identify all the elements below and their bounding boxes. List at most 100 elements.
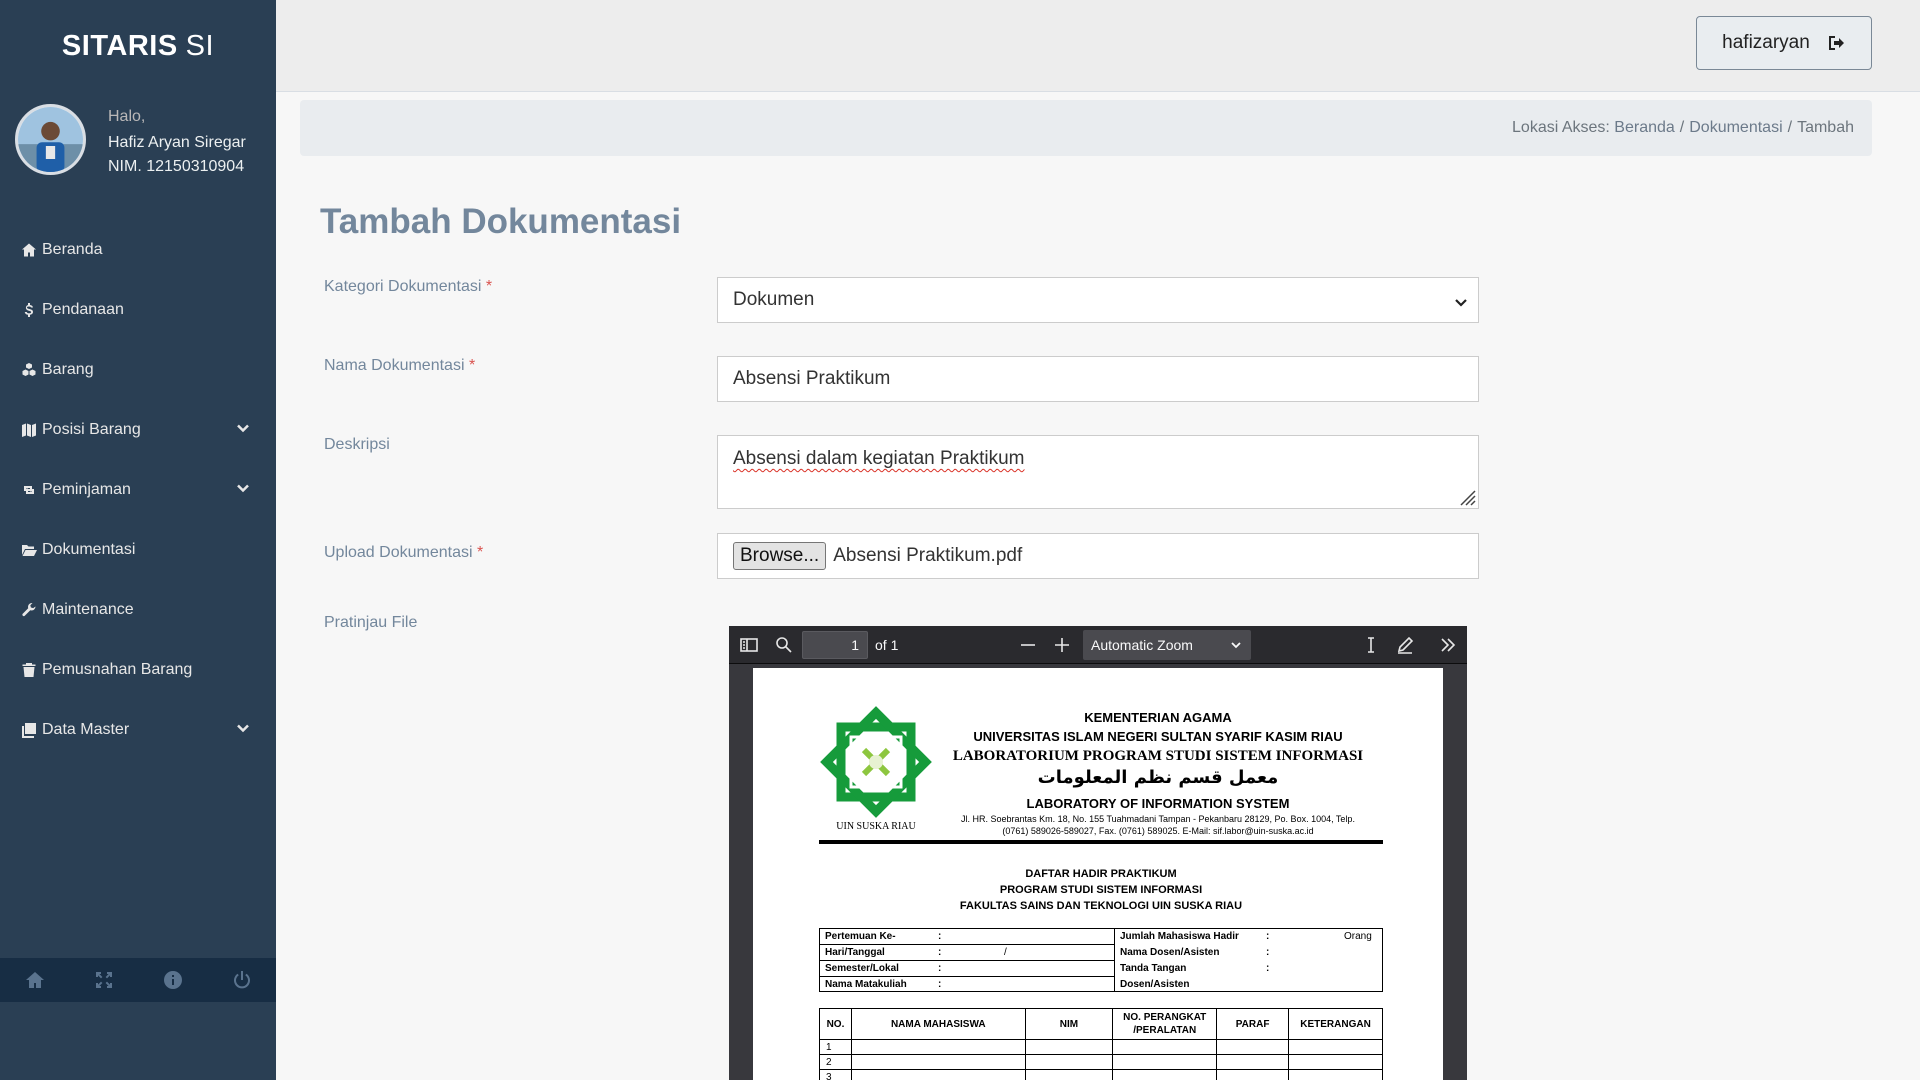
sidebar-item-beranda[interactable]: Beranda xyxy=(0,220,276,280)
pdf-toolbar: 1 of 1 Automatic Zoom xyxy=(729,626,1467,664)
pen-icon[interactable] xyxy=(1395,635,1415,655)
sidebar-item-peminjaman[interactable]: Peminjaman xyxy=(0,460,276,520)
column-header: NAMA MAHASISWA xyxy=(850,1008,1026,1040)
nama-input[interactable]: Absensi Praktikum xyxy=(717,356,1479,402)
cubes-icon xyxy=(18,362,40,378)
sidebar-item-label: Beranda xyxy=(42,241,103,258)
doc-address: Jl. HR. Soebrantas Km. 18, No. 155 Tuahm… xyxy=(961,814,1355,824)
main-content: Lokasi Akses: Beranda / Dokumentasi / Ta… xyxy=(276,92,1920,1080)
info-label: Nama Matakuliah xyxy=(825,979,907,990)
double-chevron-right-icon[interactable] xyxy=(1438,635,1458,655)
resize-handle-icon[interactable] xyxy=(1456,486,1476,506)
chevron-down-icon xyxy=(236,421,250,440)
deskripsi-value: Absensi dalam kegiatan Praktikum xyxy=(733,448,1025,469)
chevron-down-icon xyxy=(1231,642,1241,649)
logo-caption: UIN SUSKA RIAU xyxy=(836,821,916,832)
footer-fullscreen-button[interactable] xyxy=(69,958,138,1002)
upload-label: Upload Dokumentasi * xyxy=(324,544,483,562)
text-cursor-icon[interactable] xyxy=(1361,635,1381,655)
breadcrumb-dokumentasi[interactable]: Dokumentasi xyxy=(1689,119,1782,137)
pdf-zoom-select[interactable]: Automatic Zoom xyxy=(1083,630,1251,660)
sidebar-menu: Beranda Pendanaan Barang Posisi Barang P… xyxy=(0,220,276,760)
row-number: 1 xyxy=(819,1039,852,1055)
browse-button[interactable]: Browse... xyxy=(733,542,827,570)
sidebar-toggle-icon[interactable] xyxy=(739,635,759,655)
uin-suska-logo xyxy=(820,706,932,818)
column-header: PARAF xyxy=(1216,1008,1290,1040)
info-value: Orang xyxy=(1344,931,1372,942)
sidebar-item-label: Pemusnahan Barang xyxy=(42,661,193,678)
brand-suffix: SI xyxy=(185,29,215,62)
top-navbar: hafizaryan xyxy=(276,0,1920,92)
avatar xyxy=(15,104,86,175)
kategori-select[interactable]: Dokumen xyxy=(717,277,1479,323)
doc-header-line: LABORATORIUM PROGRAM STUDI SISTEM INFORM… xyxy=(952,748,1364,764)
column-header: KETERANGAN xyxy=(1288,1008,1383,1040)
greeting-text: Halo, xyxy=(108,108,146,125)
info-sep: : xyxy=(1266,963,1270,974)
deskripsi-textarea[interactable]: Absensi dalam kegiatan Praktikum xyxy=(717,435,1479,509)
username-label: hafizaryan xyxy=(1722,32,1810,53)
info-label: Dosen/Asisten xyxy=(1120,979,1190,990)
sidebar-item-maintenance[interactable]: Maintenance xyxy=(0,580,276,640)
zoom-out-icon[interactable] xyxy=(1018,635,1038,655)
sidebar: SITARIS SI Halo, Hafiz Aryan Siregar NIM… xyxy=(0,0,276,1080)
page-title: Tambah Dokumentasi xyxy=(320,202,682,241)
breadcrumb-beranda[interactable]: Beranda xyxy=(1614,119,1675,137)
nama-label: Nama Dokumentasi * xyxy=(324,357,475,375)
attendance-table: NO. NAMA MAHASISWA NIM NO. PERANGKAT /PE… xyxy=(819,1008,1383,1080)
footer-info-button[interactable] xyxy=(138,958,207,1002)
chevron-down-icon xyxy=(236,721,250,740)
doc-header-line: KEMENTERIAN AGAMA xyxy=(1084,710,1232,725)
attendance-info-table: Pertemuan Ke- : Hari/Tanggal : / Semeste… xyxy=(819,928,1383,992)
table-row: 2 xyxy=(819,1054,1383,1070)
folder-open-icon xyxy=(18,542,40,558)
chevron-down-icon xyxy=(236,481,250,500)
sidebar-item-posisi-barang[interactable]: Posisi Barang xyxy=(0,400,276,460)
footer-home-button[interactable] xyxy=(0,958,69,1002)
footer-power-button[interactable] xyxy=(207,958,276,1002)
zoom-in-icon[interactable] xyxy=(1052,635,1072,655)
deskripsi-label-text: Deskripsi xyxy=(324,436,390,453)
info-sep: : xyxy=(938,947,942,958)
sidebar-item-barang[interactable]: Barang xyxy=(0,340,276,400)
info-label: Hari/Tanggal xyxy=(825,947,885,958)
info-value: / xyxy=(1004,947,1007,958)
sidebar-item-label: Data Master xyxy=(42,721,130,738)
pdf-viewer[interactable]: 1 of 1 Automatic Zoom UIN SUSKA RIAU KEM… xyxy=(729,626,1467,1080)
search-icon[interactable] xyxy=(774,635,794,655)
info-label: Nama Dosen/Asisten xyxy=(1120,947,1220,958)
required-mark: * xyxy=(476,544,484,561)
nama-input-value: Absensi Praktikum xyxy=(733,368,891,389)
home-icon xyxy=(18,242,40,258)
sidebar-item-pemusnahan-barang[interactable]: Pemusnahan Barang xyxy=(0,640,276,700)
info-sep: : xyxy=(938,963,942,974)
doc-contact: (0761) 589026-589027, Fax. (0761) 589025… xyxy=(1002,826,1314,836)
home-icon xyxy=(25,972,44,988)
pdf-zoom-value: Automatic Zoom xyxy=(1091,637,1193,653)
info-label: Jumlah Mahasiswa Hadir xyxy=(1120,931,1239,942)
fullscreen-icon xyxy=(95,972,112,988)
brand-logo[interactable]: SITARIS SI xyxy=(0,0,276,92)
info-label: Semester/Lokal xyxy=(825,963,899,974)
user-nim: NIM. 12150310904 xyxy=(108,158,245,175)
sidebar-item-label: Pendanaan xyxy=(42,301,124,318)
sidebar-item-pendanaan[interactable]: Pendanaan xyxy=(0,280,276,340)
row-number: 3 xyxy=(819,1069,852,1080)
sign-out-icon xyxy=(1828,36,1844,50)
doc-header-arabic: معمل قسم نظم المعلومات xyxy=(1037,767,1279,788)
sidebar-item-dokumentasi[interactable]: Dokumentasi xyxy=(0,520,276,580)
trash-icon xyxy=(18,662,40,678)
sidebar-footer xyxy=(0,958,276,1002)
upload-filename: Absensi Praktikum.pdf xyxy=(833,545,1023,566)
doc-header-line: LABORATORY OF INFORMATION SYSTEM xyxy=(1026,796,1290,811)
retweet-icon xyxy=(18,482,40,498)
sidebar-item-data-master[interactable]: Data Master xyxy=(0,700,276,760)
power-icon xyxy=(233,971,250,989)
pdf-page-number-input[interactable]: 1 xyxy=(802,631,868,659)
user-menu-button[interactable]: hafizaryan xyxy=(1696,16,1872,70)
doc-subtitle: FAKULTAS SAINS DAN TEKNOLOGI UIN SUSKA R… xyxy=(959,900,1243,912)
upload-file-input[interactable]: Browse... Absensi Praktikum.pdf xyxy=(717,533,1479,579)
column-header: NO. xyxy=(819,1008,852,1040)
header-divider xyxy=(819,840,1383,844)
